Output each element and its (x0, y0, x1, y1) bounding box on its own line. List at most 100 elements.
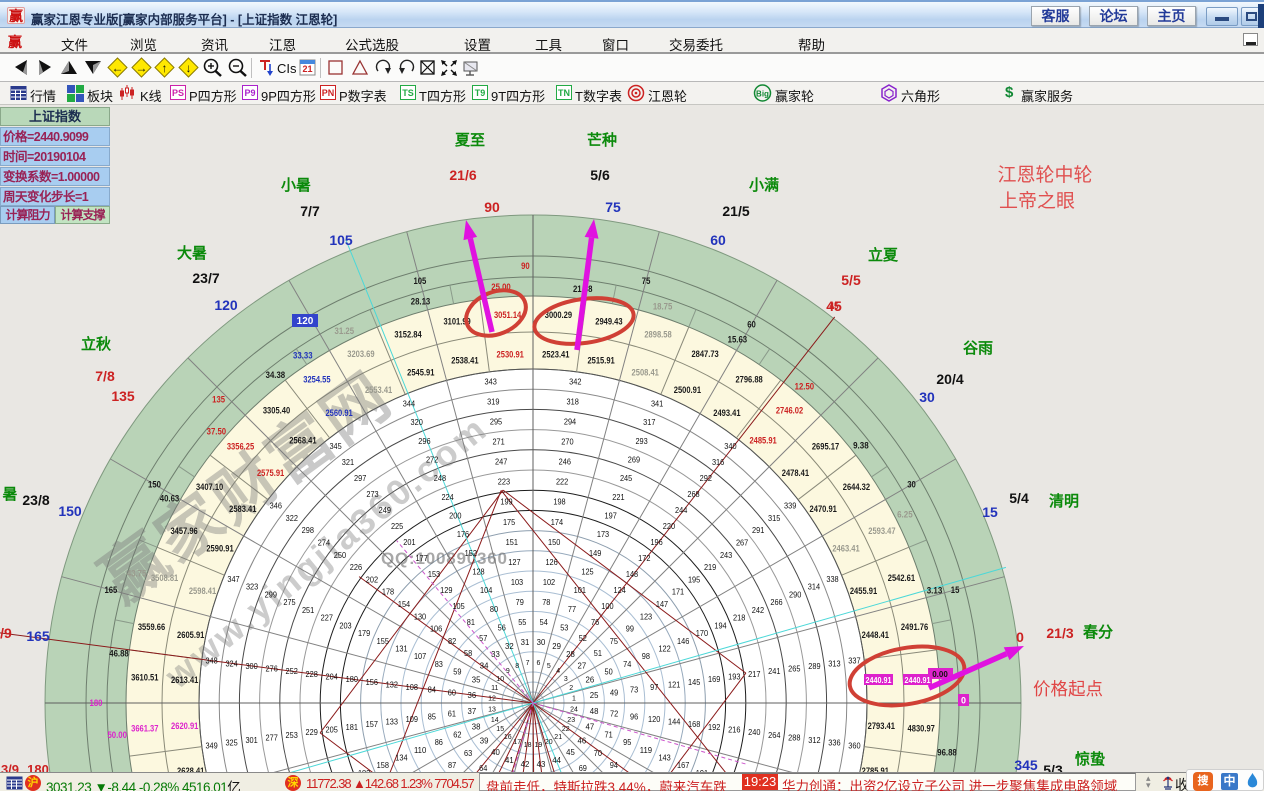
svg-text:45: 45 (566, 748, 575, 757)
svg-text:4: 4 (556, 668, 560, 675)
svg-text:60: 60 (448, 687, 456, 697)
svg-text:谷雨: 谷雨 (963, 340, 993, 357)
svg-text:75: 75 (610, 636, 618, 646)
svg-text:338: 338 (826, 574, 839, 584)
svg-text:3: 3 (564, 676, 568, 683)
svg-text:46.88: 46.88 (109, 648, 129, 658)
svg-text:15: 15 (982, 504, 998, 520)
svg-text:36: 36 (468, 691, 477, 700)
svg-text:2605.91: 2605.91 (177, 630, 205, 641)
svg-text:31: 31 (521, 638, 530, 647)
svg-text:20/4: 20/4 (936, 371, 963, 387)
svg-text:PS: PS (172, 88, 184, 98)
svg-text:22: 22 (562, 726, 570, 733)
svg-text:33.33: 33.33 (293, 350, 313, 360)
svg-text:9.38: 9.38 (853, 440, 869, 450)
svg-text:51: 51 (594, 648, 602, 658)
svg-text:3203.69: 3203.69 (347, 349, 374, 360)
svg-text:2598.41: 2598.41 (189, 586, 217, 597)
svg-text:323: 323 (246, 582, 259, 592)
svg-text:120: 120 (297, 316, 314, 327)
svg-text:273: 273 (366, 489, 379, 499)
svg-text:124: 124 (614, 585, 627, 595)
svg-text:269: 269 (628, 455, 641, 465)
svg-text:107: 107 (414, 651, 427, 661)
svg-text:158: 158 (377, 760, 390, 770)
svg-text:217: 217 (748, 669, 761, 679)
svg-text:2560.91: 2560.91 (325, 408, 353, 419)
svg-text:6.25: 6.25 (897, 509, 913, 519)
svg-text:2485.91: 2485.91 (749, 436, 777, 447)
svg-text:2491.76: 2491.76 (901, 622, 928, 633)
svg-text:2583.41: 2583.41 (229, 504, 257, 515)
svg-text:322: 322 (286, 513, 299, 523)
svg-text:32: 32 (505, 642, 514, 651)
svg-text:98: 98 (642, 651, 650, 661)
svg-text:47: 47 (586, 723, 595, 732)
svg-text:2590.91: 2590.91 (206, 544, 234, 555)
svg-text:226: 226 (350, 562, 363, 572)
svg-text:70: 70 (594, 748, 602, 758)
svg-text:64: 64 (479, 763, 487, 772)
svg-text:49: 49 (610, 687, 618, 697)
svg-text:2470.91: 2470.91 (810, 504, 838, 515)
svg-text:130: 130 (414, 611, 427, 621)
svg-text:108: 108 (406, 682, 419, 692)
svg-text:320: 320 (411, 417, 424, 427)
svg-text:↑: ↑ (162, 61, 168, 75)
svg-text:135: 135 (212, 394, 225, 405)
svg-text:18.75: 18.75 (653, 302, 673, 312)
svg-text:13: 13 (488, 706, 496, 713)
svg-text:3254.55: 3254.55 (303, 375, 331, 386)
svg-text:3610.51: 3610.51 (131, 673, 159, 684)
svg-text:15: 15 (496, 726, 504, 733)
svg-text:69: 69 (579, 763, 587, 772)
svg-text:34.38: 34.38 (266, 370, 286, 380)
svg-text:119: 119 (640, 745, 653, 755)
svg-text:288: 288 (788, 732, 801, 742)
svg-text:夏至: 夏至 (454, 132, 485, 149)
svg-text:上帝之眼: 上帝之眼 (999, 190, 1075, 212)
svg-text:23/8: 23/8 (22, 492, 49, 508)
svg-text:30: 30 (537, 638, 546, 647)
svg-text:46: 46 (578, 737, 587, 746)
svg-text:201: 201 (403, 537, 416, 547)
svg-text:61: 61 (448, 709, 456, 719)
svg-text:110: 110 (414, 745, 427, 755)
svg-text:10: 10 (496, 676, 504, 683)
svg-text:TS: TS (402, 88, 414, 98)
svg-text:272: 272 (426, 455, 439, 465)
svg-text:2545.91: 2545.91 (407, 368, 435, 379)
svg-text:2793.41: 2793.41 (868, 721, 896, 732)
svg-text:120: 120 (214, 297, 238, 313)
svg-text:156: 156 (366, 677, 379, 687)
svg-text:132: 132 (386, 679, 399, 689)
svg-text:152: 152 (465, 548, 478, 558)
svg-text:23/7: 23/7 (192, 270, 219, 286)
svg-text:120: 120 (648, 714, 661, 724)
svg-text:6: 6 (536, 660, 540, 667)
svg-text:157: 157 (366, 719, 379, 729)
svg-text:76: 76 (591, 617, 599, 627)
svg-text:296: 296 (418, 436, 431, 446)
svg-text:2530.91: 2530.91 (497, 350, 525, 361)
svg-text:249: 249 (379, 505, 392, 515)
svg-text:2500.91: 2500.91 (674, 385, 702, 396)
svg-text:222: 222 (556, 477, 569, 487)
svg-text:109: 109 (406, 714, 419, 724)
svg-text:21/3: 21/3 (1046, 625, 1073, 641)
svg-text:Big: Big (756, 90, 769, 99)
svg-text:312: 312 (808, 735, 821, 745)
svg-text:229: 229 (306, 727, 319, 737)
svg-text:195: 195 (688, 574, 701, 584)
svg-text:96: 96 (630, 711, 638, 721)
svg-text:57: 57 (479, 633, 487, 643)
svg-text:227: 227 (321, 613, 334, 623)
svg-text:3661.37: 3661.37 (131, 723, 158, 734)
svg-text:346: 346 (270, 501, 283, 511)
svg-text:147: 147 (656, 599, 669, 609)
svg-text:5/5: 5/5 (841, 272, 861, 288)
svg-text:105: 105 (452, 601, 465, 611)
svg-text:146: 146 (677, 636, 690, 646)
svg-text:2542.61: 2542.61 (888, 573, 916, 584)
